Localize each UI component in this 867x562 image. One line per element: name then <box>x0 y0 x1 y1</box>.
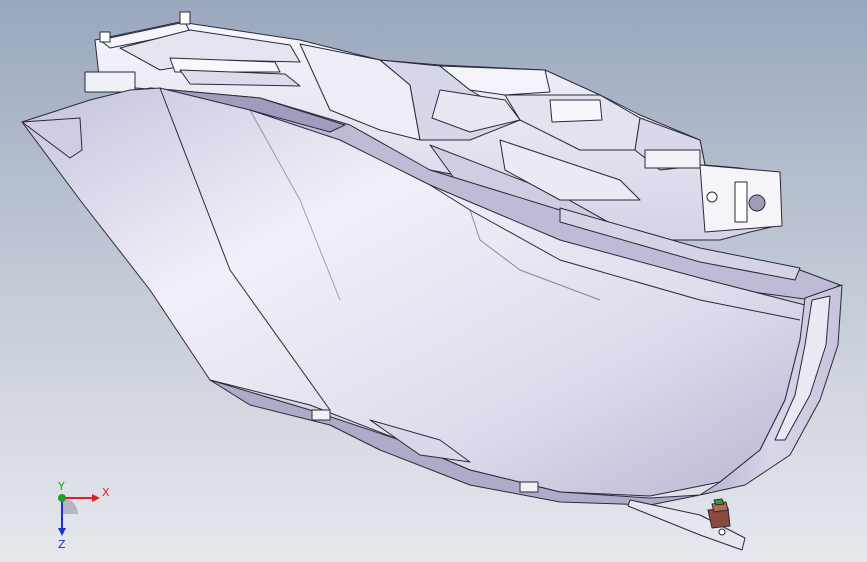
axis-z-label: Z <box>58 538 66 551</box>
bulb-bracket[interactable] <box>627 498 746 551</box>
bulb-connector-icon[interactable] <box>707 498 731 529</box>
graphics-viewport[interactable]: X Y Z <box>0 0 867 562</box>
axis-y-label: Y <box>57 482 65 493</box>
headlamp-model[interactable] <box>0 0 867 562</box>
axis-x-label: X <box>102 486 110 499</box>
coordinate-triad-icon: X Y Z <box>40 480 120 552</box>
